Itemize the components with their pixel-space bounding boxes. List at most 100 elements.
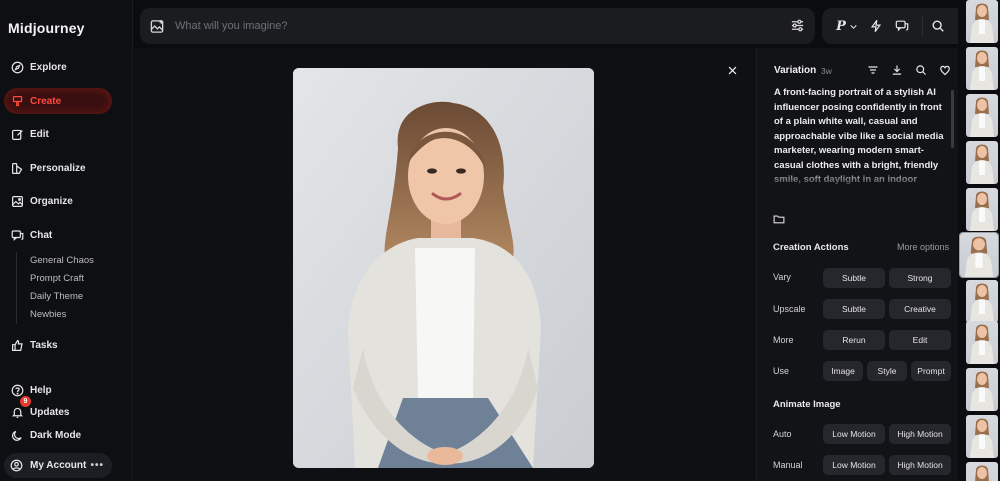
details-age: 3w (821, 66, 832, 76)
thumbnail[interactable] (966, 321, 998, 364)
thumbnail-selected[interactable] (960, 233, 998, 277)
image-upload-icon[interactable] (150, 19, 165, 34)
sidebar-item-label: Organize (30, 195, 73, 207)
creation-actions-title: Creation Actions (773, 242, 849, 253)
use-prompt-button[interactable]: Prompt (911, 361, 951, 381)
sidebar-item-label: Create (30, 95, 62, 107)
settings-sliders-icon[interactable] (790, 18, 805, 33)
personalize-label: P (836, 18, 846, 34)
vary-subtle-button[interactable]: Subtle (823, 268, 885, 288)
sidebar-item-explore[interactable]: Explore (4, 54, 112, 80)
chevron-down-icon (850, 24, 857, 29)
sidebar-item-label: Chat (30, 229, 53, 241)
sidebar-item-create[interactable]: Create (4, 88, 112, 114)
thumbnail[interactable] (966, 188, 998, 231)
chat-bubbles-icon (895, 20, 909, 32)
account-button[interactable]: My Account ••• (4, 453, 112, 478)
more-options-link[interactable]: More options (897, 242, 949, 252)
thumbnail[interactable] (966, 47, 998, 90)
sidebar-item-label: Edit (30, 128, 49, 140)
search-button[interactable] (929, 17, 947, 35)
thumbnail[interactable] (966, 94, 998, 137)
use-label: Use (773, 366, 790, 376)
download-icon (892, 65, 902, 75)
account-label: My Account (30, 460, 87, 471)
portrait-illustration (293, 68, 594, 468)
manual-low-motion-button[interactable]: Low Motion (823, 455, 885, 475)
updates-badge: 9 (20, 396, 31, 407)
personalize-toggle[interactable]: P (834, 17, 860, 35)
close-viewer-button[interactable] (724, 62, 740, 78)
search-icon (916, 65, 926, 75)
account-menu-icon[interactable]: ••• (90, 460, 104, 471)
details-title: Variation (774, 65, 817, 76)
use-style-button[interactable]: Style (867, 361, 907, 381)
thumbnail[interactable] (966, 368, 998, 411)
auto-high-motion-button[interactable]: High Motion (889, 424, 951, 444)
use-image-button[interactable]: Image (823, 361, 863, 381)
sidebar-item-edit[interactable]: Edit (4, 121, 112, 147)
sidebar-item-label: Explore (30, 61, 67, 73)
edit-button[interactable]: Edit (889, 330, 951, 350)
folder-icon[interactable] (773, 213, 785, 225)
toolbar-divider (922, 16, 923, 36)
compass-icon (10, 60, 24, 74)
prompt-bar (140, 8, 815, 44)
edit-icon (10, 127, 24, 141)
thumbnail[interactable] (966, 462, 998, 481)
user-icon (10, 459, 24, 473)
sidebar-item-label: Dark Mode (30, 429, 82, 441)
animate-image-title: Animate Image (773, 399, 841, 410)
thumbnail[interactable] (966, 280, 998, 323)
upscale-label: Upscale (773, 304, 806, 314)
like-button[interactable] (933, 63, 957, 77)
filter-button[interactable] (861, 63, 885, 77)
chat-room-newbies[interactable]: Newbies (30, 306, 94, 324)
sidebar-item-tasks[interactable]: Tasks (4, 332, 112, 358)
bell-icon (10, 405, 24, 419)
vary-label: Vary (773, 272, 791, 282)
speed-button[interactable] (867, 17, 885, 35)
sidebar-item-personalize[interactable]: Personalize (4, 155, 112, 181)
chat-room-general-chaos[interactable]: General Chaos (30, 252, 94, 270)
sidebar-item-dark-mode[interactable]: Dark Mode (4, 422, 112, 448)
vary-strong-button[interactable]: Strong (889, 268, 951, 288)
manual-label: Manual (773, 460, 803, 470)
download-button[interactable] (885, 63, 909, 77)
sidebar-item-label: Personalize (30, 162, 86, 174)
auto-low-motion-button[interactable]: Low Motion (823, 424, 885, 444)
prompt-text[interactable]: A front-facing portrait of a stylish AI … (774, 86, 949, 190)
chat-room-list: General Chaos Prompt Craft Daily Theme N… (16, 252, 94, 324)
upscale-creative-button[interactable]: Creative (889, 299, 951, 319)
upscale-subtle-button[interactable]: Subtle (823, 299, 885, 319)
manual-high-motion-button[interactable]: High Motion (889, 455, 951, 475)
chat-room-daily-theme[interactable]: Daily Theme (30, 288, 94, 306)
thumbnail[interactable] (966, 415, 998, 458)
prompt-scrollbar[interactable] (951, 90, 954, 148)
thumbnail-strip (958, 0, 1000, 481)
search-similar-button[interactable] (909, 63, 933, 77)
moon-icon (10, 428, 24, 442)
sidebar-item-label: Tasks (30, 339, 58, 351)
details-actions (861, 63, 957, 77)
details-panel: Variation 3w A front-facing portrait of … (756, 48, 958, 481)
sidebar-item-label: Updates (30, 406, 70, 418)
generated-image[interactable] (293, 68, 594, 468)
prompt-input[interactable] (175, 20, 735, 32)
chat-icon (10, 228, 24, 242)
rerun-button[interactable]: Rerun (823, 330, 885, 350)
app-logo[interactable]: Midjourney (8, 20, 85, 36)
help-icon (10, 383, 24, 397)
search-icon (932, 20, 944, 32)
thumbnail[interactable] (966, 0, 998, 43)
sidebar-item-chat[interactable]: Chat (4, 222, 112, 248)
heart-icon (940, 65, 950, 76)
chat-room-prompt-craft[interactable]: Prompt Craft (30, 270, 94, 288)
auto-label: Auto (773, 429, 792, 439)
sidebar-item-organize[interactable]: Organize (4, 188, 112, 214)
image-icon (10, 194, 24, 208)
thumbnail[interactable] (966, 141, 998, 184)
sidebar-item-label: Help (30, 384, 52, 396)
chat-toggle-button[interactable] (893, 17, 911, 35)
thumbs-up-icon (10, 338, 24, 352)
